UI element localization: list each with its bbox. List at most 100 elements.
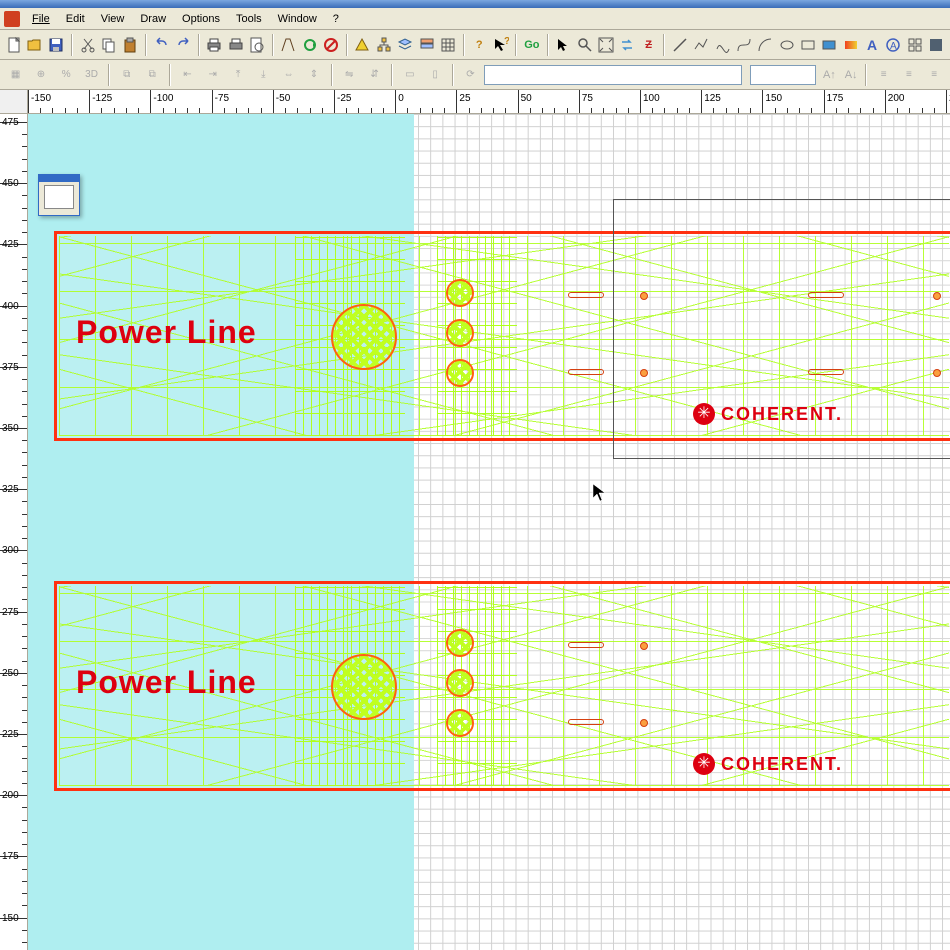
undo-button[interactable] (152, 34, 171, 56)
exchange-button[interactable] (618, 34, 637, 56)
stop-button[interactable] (321, 34, 340, 56)
help-button[interactable]: ? (470, 34, 489, 56)
circle-shape[interactable] (446, 319, 474, 347)
dist-h-btn[interactable]: ▭ (398, 64, 421, 86)
paste-button[interactable] (121, 34, 140, 56)
align-right-btn[interactable]: ⇥ (201, 64, 224, 86)
slot-shape[interactable] (568, 719, 604, 725)
layers2-button[interactable] (417, 34, 436, 56)
canvas[interactable]: Power Line COHERENT. (28, 114, 950, 950)
power-line-label[interactable]: Power Line (76, 664, 257, 701)
menu-edit[interactable]: Edit (58, 11, 93, 27)
warn-button[interactable] (353, 34, 372, 56)
ruler-horizontal[interactable]: -150-125-100-75-50-250255075100125150175… (28, 90, 950, 114)
txtalign-l-btn[interactable]: ≡ (872, 64, 895, 86)
dist-v-btn[interactable]: ▯ (423, 64, 446, 86)
coherent-logo[interactable]: COHERENT. (693, 753, 843, 775)
menu-window[interactable]: Window (270, 11, 325, 27)
hole-shape[interactable] (640, 719, 648, 727)
mirror-v-btn[interactable]: ⇵ (363, 64, 386, 86)
menu-tools[interactable]: Tools (228, 11, 270, 27)
circle-shape[interactable] (446, 669, 474, 697)
txtalign-r-btn[interactable]: ≡ (923, 64, 946, 86)
polyline-tool[interactable] (692, 34, 711, 56)
ellipse-icon (779, 37, 795, 53)
circle-shape[interactable] (331, 654, 397, 720)
menu-file[interactable]: File (24, 11, 58, 27)
text-tool[interactable]: A (862, 34, 881, 56)
cycle-button[interactable] (300, 34, 319, 56)
ellipse-tool[interactable] (777, 34, 796, 56)
print-button[interactable] (205, 34, 224, 56)
warning-icon (354, 37, 370, 53)
redo-button[interactable] (173, 34, 192, 56)
layers-button[interactable] (396, 34, 415, 56)
group-btn-1[interactable]: ⧉ (115, 64, 138, 86)
font-dec-btn[interactable]: A↓ (842, 65, 860, 85)
slot-shape[interactable] (568, 369, 604, 375)
slot-shape[interactable] (568, 292, 604, 298)
sim-button[interactable]: Go (522, 34, 541, 56)
toolbar-main: ? ? Go Z A A (0, 30, 950, 60)
zoom-button[interactable] (575, 34, 594, 56)
tool-cut-button[interactable] (279, 34, 298, 56)
new-button[interactable] (4, 34, 23, 56)
align-vc-btn[interactable]: ⇕ (302, 64, 325, 86)
save-button[interactable] (47, 34, 66, 56)
circle-shape[interactable] (446, 629, 474, 657)
circle-shape[interactable] (331, 304, 397, 370)
print2-button[interactable] (226, 34, 245, 56)
gradient-tool[interactable] (841, 34, 860, 56)
hole-shape[interactable] (640, 642, 648, 650)
curve-tool[interactable] (713, 34, 732, 56)
copy-button[interactable] (99, 34, 118, 56)
menu-view[interactable]: View (93, 11, 133, 27)
scale-btn[interactable]: % (55, 64, 78, 86)
struct-button[interactable] (374, 34, 393, 56)
font-dropdown[interactable] (484, 65, 742, 85)
open-folder-icon (27, 37, 43, 53)
arc-tool[interactable] (756, 34, 775, 56)
align-bot-btn[interactable]: ⤓ (252, 64, 275, 86)
zoomfit-button[interactable] (596, 34, 615, 56)
separator (463, 34, 465, 56)
rect-tool[interactable] (798, 34, 817, 56)
size-spinbox[interactable] (750, 65, 817, 85)
fill-tool[interactable] (926, 34, 945, 56)
fillrect-tool[interactable] (820, 34, 839, 56)
align-hc-btn[interactable]: ⇔ (277, 64, 300, 86)
cut-button[interactable] (78, 34, 97, 56)
preview-button[interactable] (247, 34, 266, 56)
strikethrough-button[interactable]: Z (639, 34, 658, 56)
separator (391, 64, 393, 86)
rotate-btn[interactable]: ⟳ (459, 64, 482, 86)
line-tool[interactable] (670, 34, 689, 56)
bezier-tool[interactable] (734, 34, 753, 56)
grid2-tool[interactable] (905, 34, 924, 56)
open-button[interactable] (25, 34, 44, 56)
font-inc-btn[interactable]: A↑ (820, 65, 838, 85)
power-line-label[interactable]: Power Line (76, 314, 257, 351)
align-btn-2[interactable]: ⊕ (29, 64, 52, 86)
align-btn-1[interactable]: ▦ (4, 64, 27, 86)
menu-help[interactable]: ? (325, 11, 347, 27)
grid-button[interactable] (438, 34, 457, 56)
group-btn-2[interactable]: ⧉ (140, 64, 163, 86)
txtalign-c-btn[interactable]: ≡ (897, 64, 920, 86)
mirror-h-btn[interactable]: ⇋ (338, 64, 361, 86)
slot-shape[interactable] (568, 642, 604, 648)
select-button[interactable] (554, 34, 573, 56)
whatsthis-button[interactable]: ? (491, 34, 510, 56)
floating-palette[interactable] (38, 174, 80, 216)
menu-options[interactable]: Options (174, 11, 228, 27)
3d-btn[interactable]: 3D (80, 64, 103, 86)
circle-shape[interactable] (446, 359, 474, 387)
align-left-btn[interactable]: ⇤ (176, 64, 199, 86)
weld-tool[interactable]: A (884, 34, 903, 56)
ruler-vertical[interactable]: 4754504254003753503253002752502252001751… (0, 114, 28, 950)
circle-shape[interactable] (446, 709, 474, 737)
menu-draw[interactable]: Draw (132, 11, 174, 27)
circle-shape[interactable] (446, 279, 474, 307)
align-top-btn[interactable]: ⤒ (226, 64, 249, 86)
selection-rectangle[interactable] (613, 199, 950, 459)
